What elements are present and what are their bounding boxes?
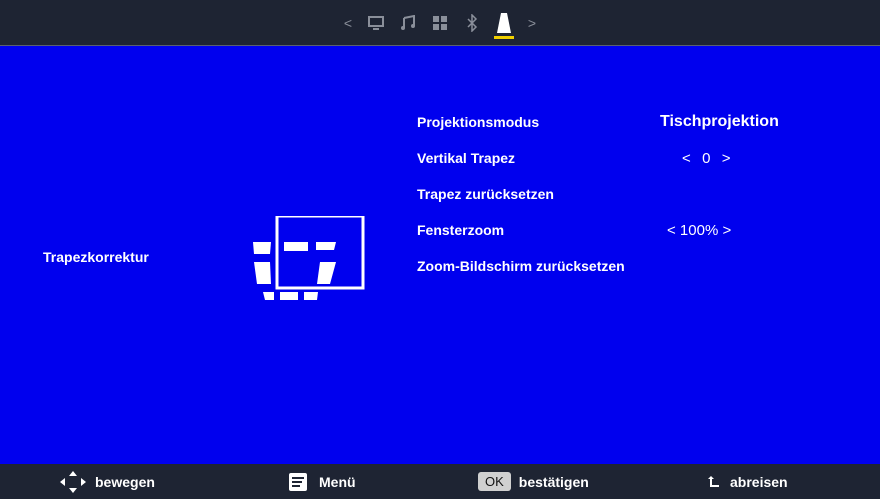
tab-picture[interactable]: [362, 7, 390, 39]
hint-move: bewegen: [59, 464, 155, 499]
setting-label: Fensterzoom: [417, 222, 505, 238]
settings-menu: Projektionsmodus Tischprojektion Vertika…: [417, 104, 877, 284]
hint-back-label: abreisen: [730, 473, 788, 490]
setting-window-zoom[interactable]: Fensterzoom < 100% >: [417, 212, 877, 248]
dpad-icon: [60, 470, 86, 493]
hint-move-label: bewegen: [95, 473, 155, 490]
nav-left-arrow[interactable]: <: [336, 15, 360, 31]
menu-icon: [289, 472, 307, 491]
footer-hint-bar: bewegen Menü OK bestätigen abreisen: [0, 464, 880, 499]
top-navigation-bar: < >: [0, 0, 880, 46]
nav-right-arrow[interactable]: >: [520, 15, 544, 31]
setting-label: Trapez zurücksetzen: [417, 186, 554, 202]
bluetooth-icon: [467, 13, 478, 32]
projector-icon: [497, 12, 511, 33]
keystone-icon: [253, 216, 365, 300]
back-arrow-icon: [708, 475, 719, 487]
hint-menu: Menü: [289, 464, 356, 499]
setting-value: < 100% >: [667, 221, 732, 239]
section-title: Trapezkorrektur: [43, 249, 149, 265]
setting-projection-mode[interactable]: Projektionsmodus Tischprojektion: [417, 104, 877, 140]
setting-label: Projektionsmodus: [417, 114, 540, 130]
setting-value: Tischprojektion: [660, 113, 779, 130]
monitor-icon: [368, 15, 384, 30]
setting-keystone-reset[interactable]: Trapez zurücksetzen: [417, 176, 877, 212]
setting-zoom-reset[interactable]: Zoom-Bildschirm zurücksetzen: [417, 248, 877, 284]
hint-back: abreisen: [708, 464, 788, 499]
tab-sound[interactable]: [394, 7, 422, 39]
setting-vertical-keystone[interactable]: Vertikal Trapez < 0 >: [417, 140, 877, 176]
settings-panel: Trapezkorrektur Projektionsmodus Tischpr…: [0, 46, 880, 464]
setting-label: Vertikal Trapez: [417, 150, 516, 166]
ok-key-badge: OK: [478, 472, 511, 491]
hint-confirm: OK bestätigen: [478, 464, 589, 499]
tab-apps[interactable]: [426, 7, 454, 39]
hint-confirm-label: bestätigen: [518, 473, 589, 490]
tab-bluetooth[interactable]: [458, 7, 486, 39]
hint-menu-label: Menü: [319, 473, 356, 490]
setting-value: < 0 >: [682, 149, 732, 167]
tab-projection[interactable]: [490, 7, 518, 39]
grid-icon: [433, 15, 447, 30]
music-icon: [401, 14, 415, 30]
setting-label: Zoom-Bildschirm zurücksetzen: [417, 258, 625, 274]
